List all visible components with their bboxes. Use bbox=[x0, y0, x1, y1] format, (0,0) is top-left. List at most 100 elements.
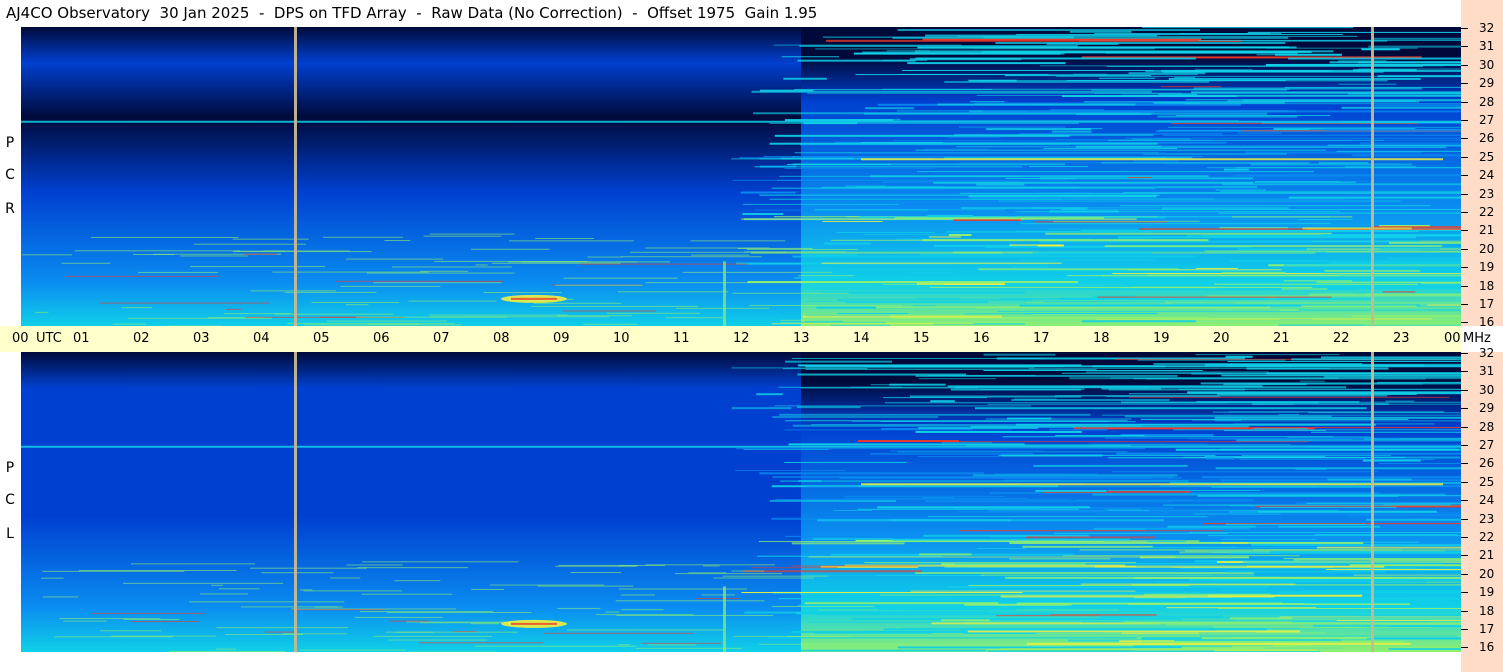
freq-tick-label: 25 bbox=[1479, 150, 1495, 164]
freq-tick bbox=[1461, 371, 1468, 372]
signal-line bbox=[922, 239, 1209, 242]
signal-line bbox=[915, 430, 1082, 433]
time-tick-label: 22 bbox=[1333, 331, 1350, 346]
signal-line bbox=[825, 39, 1241, 42]
night-signal-line bbox=[123, 582, 284, 584]
panel-label-rcp: P C R bbox=[0, 27, 20, 327]
freq-tick bbox=[1461, 267, 1468, 268]
freq-tick bbox=[1461, 28, 1468, 29]
signal-line bbox=[1214, 283, 1418, 285]
signal-line bbox=[1228, 411, 1445, 413]
signal-line bbox=[870, 452, 1034, 455]
signal-line bbox=[1071, 128, 1103, 130]
freq-tick bbox=[1461, 286, 1468, 287]
night-signal-line bbox=[429, 233, 515, 235]
signal-line bbox=[897, 28, 1200, 31]
signal-line bbox=[1311, 431, 1461, 433]
night-signal-line bbox=[621, 256, 762, 258]
signal-line bbox=[1304, 602, 1461, 604]
night-signal-line bbox=[682, 271, 833, 273]
night-signal-line bbox=[249, 567, 367, 569]
signal-line bbox=[1045, 232, 1332, 235]
signal-line bbox=[1221, 542, 1248, 544]
signal-line bbox=[1302, 227, 1412, 230]
signal-line bbox=[1233, 423, 1435, 425]
signal-line bbox=[843, 497, 1028, 499]
night-signal-line bbox=[645, 282, 809, 284]
signal-line bbox=[980, 574, 1254, 576]
night-signal-line bbox=[615, 600, 765, 602]
night-signal-line bbox=[300, 649, 406, 651]
signal-line bbox=[947, 385, 1263, 388]
night-signal-line bbox=[291, 608, 457, 610]
signal-line bbox=[1032, 252, 1152, 255]
night-region bbox=[21, 27, 801, 327]
signal-line bbox=[1306, 297, 1329, 300]
signal-line bbox=[1108, 139, 1384, 141]
freq-tick-label: 21 bbox=[1479, 548, 1495, 562]
signal-line bbox=[1161, 145, 1458, 147]
signal-line bbox=[1086, 371, 1269, 373]
signal-line bbox=[1225, 523, 1366, 525]
night-signal-line bbox=[618, 588, 748, 590]
signal-line bbox=[1277, 591, 1461, 594]
time-tick-label: 04 bbox=[253, 331, 270, 346]
signal-line bbox=[1225, 355, 1253, 358]
freq-axis-top: 32 31 30 29 28 27 26 25 24 23 22 21 20 19 18 17 16 bbox=[1461, 21, 1503, 329]
signal-line bbox=[1142, 640, 1404, 643]
strong-band bbox=[21, 120, 1461, 123]
signal-line bbox=[974, 407, 1367, 410]
night-signal-line bbox=[354, 616, 443, 618]
signal-line bbox=[808, 556, 1176, 558]
strong-band bbox=[861, 483, 1443, 486]
signal-line bbox=[1227, 364, 1425, 367]
night-signal-line bbox=[59, 618, 161, 620]
night-signal-line bbox=[99, 630, 162, 632]
signal-line bbox=[987, 651, 1321, 652]
signal-line bbox=[864, 562, 1136, 564]
night-signal-line bbox=[665, 317, 724, 319]
signal-line bbox=[794, 276, 1184, 279]
signal-line bbox=[1066, 80, 1287, 82]
signal-line bbox=[892, 36, 1289, 39]
signal-line bbox=[1345, 514, 1461, 517]
signal-line bbox=[1020, 259, 1157, 262]
strong-band bbox=[861, 158, 1443, 161]
time-tick-label: 06 bbox=[373, 331, 390, 346]
freq-tick bbox=[1461, 463, 1468, 464]
signal-line bbox=[845, 495, 1006, 497]
signal-line bbox=[865, 107, 914, 110]
signal-line bbox=[797, 604, 846, 606]
time-tick-label: 01 bbox=[73, 331, 90, 346]
time-tick-label: 07 bbox=[433, 331, 450, 346]
freq-tick-label: 22 bbox=[1479, 530, 1495, 544]
panel-letter-l-l: L bbox=[6, 526, 14, 542]
signal-line bbox=[1249, 383, 1423, 385]
night-signal-line bbox=[733, 635, 838, 637]
freq-tick bbox=[1461, 322, 1468, 323]
signal-line bbox=[1214, 198, 1461, 200]
signal-line bbox=[1301, 305, 1417, 308]
signal-line bbox=[995, 41, 1286, 44]
panel-letter-l-p: P bbox=[5, 460, 15, 476]
signal-line bbox=[1062, 555, 1300, 557]
signal-line bbox=[1105, 437, 1400, 439]
signal-line bbox=[942, 442, 993, 444]
night-signal-line bbox=[373, 635, 492, 637]
night-signal-line bbox=[587, 256, 623, 258]
signal-line bbox=[1340, 181, 1367, 183]
freq-tick-label: 21 bbox=[1479, 223, 1495, 237]
signal-line bbox=[815, 48, 1155, 50]
night-signal-line bbox=[531, 305, 699, 307]
signal-line bbox=[1178, 388, 1461, 390]
signal-line bbox=[836, 231, 935, 233]
night-signal-line bbox=[470, 623, 499, 625]
night-signal-line bbox=[555, 284, 643, 286]
signal-line bbox=[1010, 265, 1048, 268]
night-signal-line bbox=[394, 580, 441, 582]
night-signal-line bbox=[243, 253, 277, 255]
freq-tick-label: 24 bbox=[1479, 493, 1495, 507]
signal-line bbox=[1067, 275, 1341, 277]
night-signal-line bbox=[732, 292, 849, 294]
freq-tick bbox=[1461, 519, 1468, 520]
